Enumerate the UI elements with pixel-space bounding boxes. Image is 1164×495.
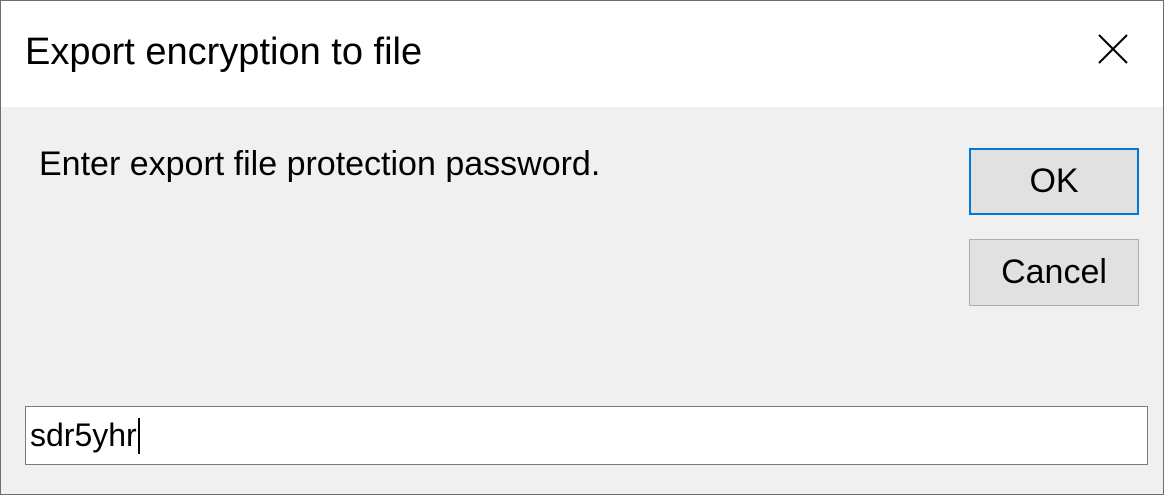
dialog-title: Export encryption to file bbox=[25, 31, 423, 73]
title-bar: Export encryption to file bbox=[1, 1, 1163, 107]
ok-button[interactable]: OK bbox=[969, 148, 1139, 215]
text-caret bbox=[137, 417, 140, 454]
close-icon bbox=[1098, 34, 1128, 64]
close-button[interactable] bbox=[1063, 1, 1163, 101]
export-encryption-dialog: Export encryption to file Enter export f… bbox=[0, 0, 1164, 495]
password-input-value: sdr5yhr bbox=[30, 417, 137, 453]
prompt-label: Enter export file protection password. bbox=[39, 145, 601, 183]
cancel-button[interactable]: Cancel bbox=[969, 239, 1139, 306]
password-input[interactable]: sdr5yhr bbox=[25, 406, 1148, 465]
